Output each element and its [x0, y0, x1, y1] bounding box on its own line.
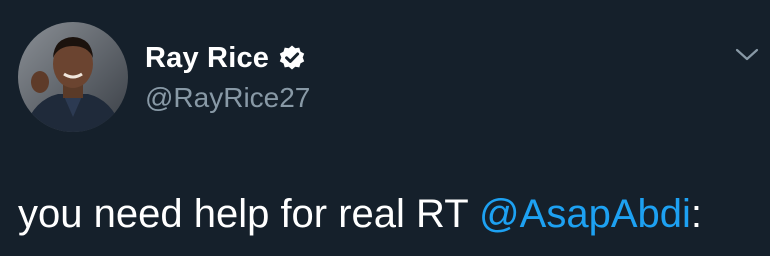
mention-link[interactable]: @AsapAbdi — [479, 192, 691, 236]
tweet-card: Ray Rice @RayRice27 you need help for re… — [0, 0, 770, 256]
verified-badge-icon — [278, 44, 306, 72]
chevron-down-icon[interactable] — [734, 46, 760, 64]
user-handle[interactable]: @RayRice27 — [145, 82, 310, 114]
tweet-text-body: you need help for real RT — [18, 192, 480, 236]
display-name[interactable]: Ray Rice — [145, 42, 269, 75]
avatar[interactable] — [18, 22, 128, 132]
tweet-text-tail: : — [690, 192, 703, 236]
author-name-row[interactable]: Ray Rice — [145, 40, 306, 76]
tweet-text: you need help for real RT @AsapAbdi: — [18, 190, 702, 238]
avatar-photo — [18, 22, 128, 132]
